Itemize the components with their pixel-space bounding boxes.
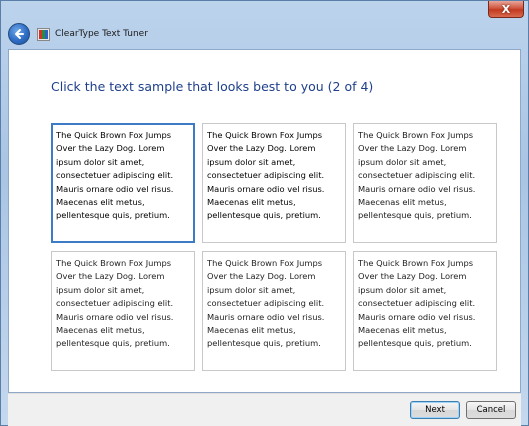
text-sample-5[interactable]: The Quick Brown Fox Jumps Over the Lazy …	[202, 251, 346, 371]
page-heading: Click the text sample that looks best to…	[51, 79, 374, 94]
cancel-button[interactable]: Cancel	[466, 401, 516, 419]
close-icon: X	[501, 2, 511, 16]
next-button[interactable]: Next	[410, 401, 460, 419]
title-bar: ClearType Text Tuner	[1, 19, 528, 49]
window-title: ClearType Text Tuner	[55, 29, 148, 39]
back-arrow-icon	[15, 29, 24, 39]
wizard-content: Click the text sample that looks best to…	[8, 49, 521, 393]
sample-text: The Quick Brown Fox Jumps Over the Lazy …	[56, 130, 174, 221]
wizard-footer: Next Cancel	[8, 393, 521, 426]
text-sample-2[interactable]: The Quick Brown Fox Jumps Over the Lazy …	[202, 123, 346, 243]
sample-text: The Quick Brown Fox Jumps Over the Lazy …	[358, 258, 476, 349]
cleartype-app-icon	[37, 27, 50, 41]
sample-text: The Quick Brown Fox Jumps Over the Lazy …	[56, 258, 174, 349]
text-sample-6[interactable]: The Quick Brown Fox Jumps Over the Lazy …	[353, 251, 497, 371]
sample-text: The Quick Brown Fox Jumps Over the Lazy …	[207, 258, 325, 349]
text-sample-3[interactable]: The Quick Brown Fox Jumps Over the Lazy …	[353, 123, 497, 243]
text-sample-4[interactable]: The Quick Brown Fox Jumps Over the Lazy …	[51, 251, 195, 371]
sample-text: The Quick Brown Fox Jumps Over the Lazy …	[207, 130, 325, 221]
cleartype-window: X ClearType Text Tuner Click the text sa…	[0, 0, 529, 426]
text-sample-1[interactable]: The Quick Brown Fox Jumps Over the Lazy …	[51, 123, 195, 243]
sample-text: The Quick Brown Fox Jumps Over the Lazy …	[358, 130, 476, 221]
close-button[interactable]: X	[488, 1, 524, 18]
back-button[interactable]	[8, 23, 30, 45]
